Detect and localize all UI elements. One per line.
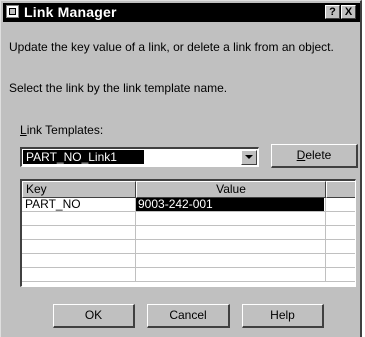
table-row <box>22 240 355 254</box>
description-text-1: Update the key value of a link, or delet… <box>9 40 334 54</box>
empty-cell <box>136 254 326 268</box>
empty-cell <box>136 226 326 240</box>
empty-cell <box>22 268 136 282</box>
empty-cell <box>326 240 355 254</box>
app-icon <box>6 5 19 18</box>
delete-mnemonic: D <box>296 148 306 162</box>
link-manager-dialog: Link Manager ? X Update the key value of… <box>0 0 362 337</box>
empty-cell <box>136 240 326 254</box>
titlebar-help-button[interactable]: ? <box>325 5 340 19</box>
empty-cell <box>22 212 136 226</box>
table-row[interactable]: PART_NO 9003-242-001 <box>22 198 355 212</box>
header-key[interactable]: Key <box>22 181 136 198</box>
empty-cell <box>326 226 355 240</box>
empty-cell <box>136 212 326 226</box>
cell-value[interactable]: 9003-242-001 <box>136 198 326 212</box>
delete-label-rest: elete <box>305 148 332 162</box>
selected-value-text[interactable]: 9003-242-001 <box>136 198 324 211</box>
empty-cell <box>326 212 355 226</box>
empty-cell <box>22 226 136 240</box>
empty-cell <box>136 268 326 282</box>
table-row <box>22 212 355 226</box>
cell-key[interactable]: PART_NO <box>22 198 136 212</box>
links-table[interactable]: Key Value PART_NO 9003-242-001 <box>20 179 356 287</box>
empty-cell <box>326 268 355 282</box>
ok-button[interactable]: OK <box>53 304 135 328</box>
cancel-button[interactable]: Cancel <box>147 304 230 328</box>
link-templates-mnemonic: L <box>20 123 27 137</box>
cell-blank <box>326 198 355 212</box>
delete-button[interactable]: Delete <box>271 144 358 168</box>
table-row <box>22 254 355 268</box>
table-row <box>22 268 355 282</box>
link-templates-label: Link Templates: <box>20 123 103 137</box>
table-header: Key Value <box>22 181 355 198</box>
empty-cell <box>22 254 136 268</box>
table-row <box>22 226 355 240</box>
chevron-down-icon[interactable] <box>241 150 257 165</box>
empty-cell <box>326 254 355 268</box>
header-value[interactable]: Value <box>136 181 326 198</box>
link-templates-selected-value: PART_NO_Link1 <box>23 150 144 164</box>
titlebar-close-button[interactable]: X <box>341 5 356 19</box>
title-bar: Link Manager ? X <box>3 3 360 22</box>
header-blank <box>326 181 355 198</box>
link-templates-label-rest: ink Templates: <box>26 123 104 137</box>
empty-cell <box>22 240 136 254</box>
dialog-title: Link Manager <box>24 4 117 20</box>
help-button[interactable]: Help <box>242 304 324 328</box>
description-text-2: Select the link by the link template nam… <box>9 81 228 95</box>
link-templates-dropdown[interactable]: PART_NO_Link1 <box>20 147 259 167</box>
